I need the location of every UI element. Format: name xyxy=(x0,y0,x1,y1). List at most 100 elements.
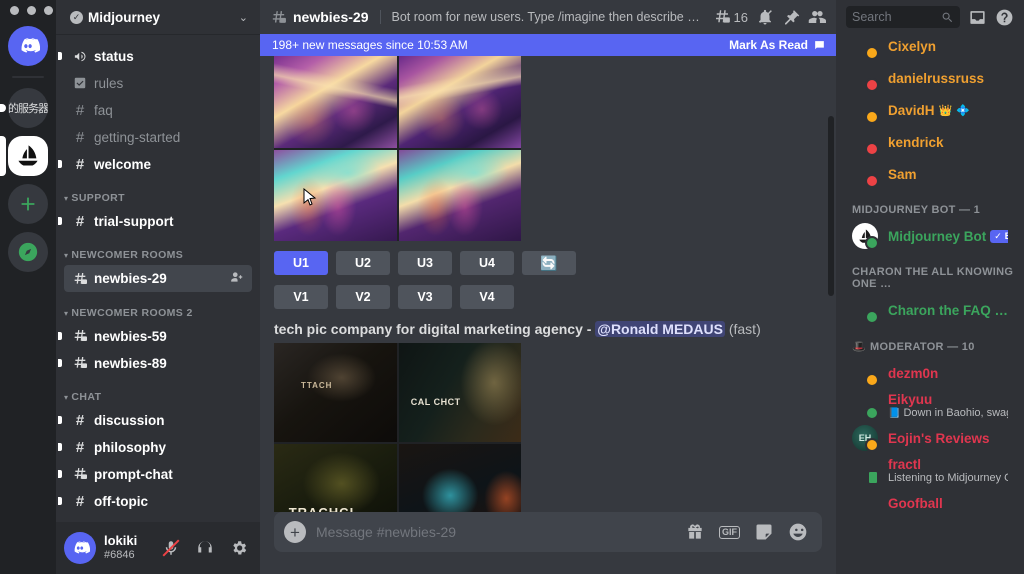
window-close-dot[interactable] xyxy=(10,6,19,15)
member-goofball[interactable]: Goofball xyxy=(844,487,1016,519)
gif-icon[interactable]: GIF xyxy=(719,525,740,539)
sidebar-item-label: newbies-29 xyxy=(94,271,167,286)
member-name-wrap: Cixelyn xyxy=(888,39,1008,54)
message-input[interactable] xyxy=(316,524,675,540)
member-dezm0n[interactable]: dezm0n xyxy=(844,357,1016,389)
sidebar-item-welcome[interactable]: # welcome xyxy=(58,151,252,177)
new-messages-banner[interactable]: 198+ new messages since 10:53 AM Mark As… xyxy=(260,34,836,56)
message-composer[interactable]: + GIF xyxy=(274,512,822,552)
sidebar-item-feedback[interactable]: # feedback xyxy=(64,515,252,523)
server-icon-midjourney[interactable] xyxy=(8,136,48,176)
button-u1[interactable]: U1 xyxy=(274,251,328,275)
sidebar-item-newbies-89[interactable]: newbies-89 xyxy=(58,350,252,376)
window-maximize-dot[interactable] xyxy=(44,6,53,15)
avatar[interactable] xyxy=(64,532,96,564)
member-group-midjourney-bot[interactable]: MIDJOURNEY BOT — 1 xyxy=(836,190,1024,220)
mark-as-read-button[interactable]: Mark As Read xyxy=(729,38,826,52)
member-kendrick[interactable]: kendrick xyxy=(844,126,1016,158)
category-support[interactable]: ▾ SUPPORT xyxy=(56,178,260,207)
grid2-cell-1[interactable]: TTACH xyxy=(274,343,397,442)
midjourney-result-grid[interactable] xyxy=(274,56,521,241)
category-chat[interactable]: ▾ CHAT xyxy=(56,377,260,406)
sidebar-item-newbies-29[interactable]: newbies-29 xyxy=(64,265,252,292)
discord-home-button[interactable] xyxy=(8,26,48,66)
category-label: CHAT xyxy=(71,391,102,403)
grid2-cell-4[interactable] xyxy=(398,444,521,512)
chevron-down-icon[interactable]: ⌄ xyxy=(239,11,248,24)
grid-cell-1[interactable] xyxy=(274,56,397,148)
sidebar-item-discussion[interactable]: # discussion xyxy=(58,407,252,433)
add-server-button[interactable] xyxy=(8,184,48,224)
search-placeholder: Search xyxy=(852,10,892,24)
inbox-icon[interactable] xyxy=(968,8,987,27)
window-minimize-dot[interactable] xyxy=(27,6,36,15)
button-u2[interactable]: U2 xyxy=(336,251,390,275)
pin-button[interactable] xyxy=(782,8,800,26)
button-u3[interactable]: U3 xyxy=(398,251,452,275)
gift-icon[interactable] xyxy=(685,522,705,542)
member-cixelyn[interactable]: Cixelyn xyxy=(844,30,1016,62)
channel-topic[interactable]: Bot room for new users. Type /imagine th… xyxy=(380,10,705,24)
category-newcomer-rooms[interactable]: ▾ NEWCOMER ROOMS xyxy=(56,235,260,264)
sidebar-item-getting-started[interactable]: # getting-started xyxy=(64,124,252,150)
member-group-charon[interactable]: CHARON THE ALL KNOWING ONE … xyxy=(836,252,1024,294)
button-v2[interactable]: V2 xyxy=(336,285,390,309)
sidebar-item-off-topic[interactable]: # off-topic xyxy=(58,488,252,514)
add-member-icon[interactable] xyxy=(230,270,244,287)
midjourney-result-grid-2[interactable]: TTACH CAL CHCT TRACHCL xyxy=(274,343,521,512)
gear-icon[interactable] xyxy=(226,535,252,561)
sidebar-item-label: welcome xyxy=(94,156,152,172)
prompt-text: tech pic company for digital marketing a… xyxy=(274,321,596,337)
button-u4[interactable]: U4 xyxy=(460,251,514,275)
server-header[interactable]: ✓ Midjourney ⌄ xyxy=(56,0,260,34)
category-newcomer-rooms-2[interactable]: ▾ NEWCOMER ROOMS 2 xyxy=(56,293,260,322)
member-eojins-reviews[interactable]: EH Eojin's Reviews xyxy=(844,422,1016,454)
search-input[interactable]: Search xyxy=(846,6,960,28)
member-group-moderator[interactable]: 🎩 MODERATOR — 10 xyxy=(836,326,1024,357)
grid2-cell-2[interactable]: CAL CHCT xyxy=(398,343,521,442)
member-list[interactable]: TEAM — 5 Cixelyn danielrussruss xyxy=(836,0,1024,574)
hash-icon: # xyxy=(75,212,85,230)
member-sam[interactable]: Sam xyxy=(844,158,1016,190)
server-icon-cjk[interactable]: 的服务器 xyxy=(8,88,48,128)
user-meta[interactable]: lokiki #6846 xyxy=(104,533,150,561)
message-list[interactable]: U1 U2 U3 U4 🔄 V1 V2 V3 V4 tech pic compa… xyxy=(260,56,836,512)
gem-badge-icon: 💠 xyxy=(956,104,970,117)
window-controls[interactable] xyxy=(10,6,53,15)
member-danielrussruss[interactable]: danielrussruss xyxy=(844,62,1016,94)
button-v3[interactable]: V3 xyxy=(398,285,452,309)
sidebar-item-trial-support[interactable]: # trial-support xyxy=(58,208,252,234)
member-eikyuu[interactable]: Eikyuu 📘 Down in Baohio, swag like … xyxy=(844,389,1016,422)
explore-servers-button[interactable] xyxy=(8,232,48,272)
member-fractl[interactable]: fractl Listening to Midjourney O… 🎵 xyxy=(844,454,1016,487)
member-charon-faq[interactable]: Charon the FAQ … BOT xyxy=(844,294,1016,326)
message-scrollbar[interactable] xyxy=(828,116,834,296)
emoji-icon[interactable] xyxy=(788,522,808,542)
member-midjourney-bot[interactable]: Midjourney Bot ✓ BOT xyxy=(844,220,1016,252)
notifications-off-button[interactable] xyxy=(756,8,774,26)
help-icon[interactable] xyxy=(995,8,1014,27)
members-toggle-button[interactable] xyxy=(808,8,826,26)
grid-cell-3[interactable] xyxy=(274,149,397,241)
mention-chip[interactable]: @Ronald MEDAUS xyxy=(595,321,725,337)
grid-cell-4[interactable] xyxy=(398,149,521,241)
button-v1[interactable]: V1 xyxy=(274,285,328,309)
threads-button[interactable]: 16 xyxy=(713,8,748,26)
caret-down-icon: ▾ xyxy=(64,250,69,260)
sidebar-item-newbies-59[interactable]: newbies-59 xyxy=(58,323,252,349)
sticker-icon[interactable] xyxy=(754,522,774,542)
sidebar-item-status[interactable]: status xyxy=(58,43,252,69)
sidebar-item-philosophy[interactable]: # philosophy xyxy=(58,434,252,460)
button-reroll[interactable]: 🔄 xyxy=(522,251,576,275)
member-davidh[interactable]: DavidH 👑 💠 xyxy=(844,94,1016,126)
sidebar-item-rules[interactable]: rules xyxy=(64,70,252,96)
sidebar-item-faq[interactable]: # faq xyxy=(64,97,252,123)
grid2-cell-3[interactable]: TRACHCL xyxy=(274,444,397,512)
sidebar-item-prompt-chat[interactable]: prompt-chat xyxy=(58,461,252,487)
mic-muted-icon[interactable] xyxy=(158,535,184,561)
button-v4[interactable]: V4 xyxy=(460,285,514,309)
member-name: Eojin's Reviews xyxy=(888,430,990,446)
grid-cell-2[interactable] xyxy=(398,56,521,148)
attach-icon[interactable]: + xyxy=(284,521,306,543)
headphones-icon[interactable] xyxy=(192,535,218,561)
